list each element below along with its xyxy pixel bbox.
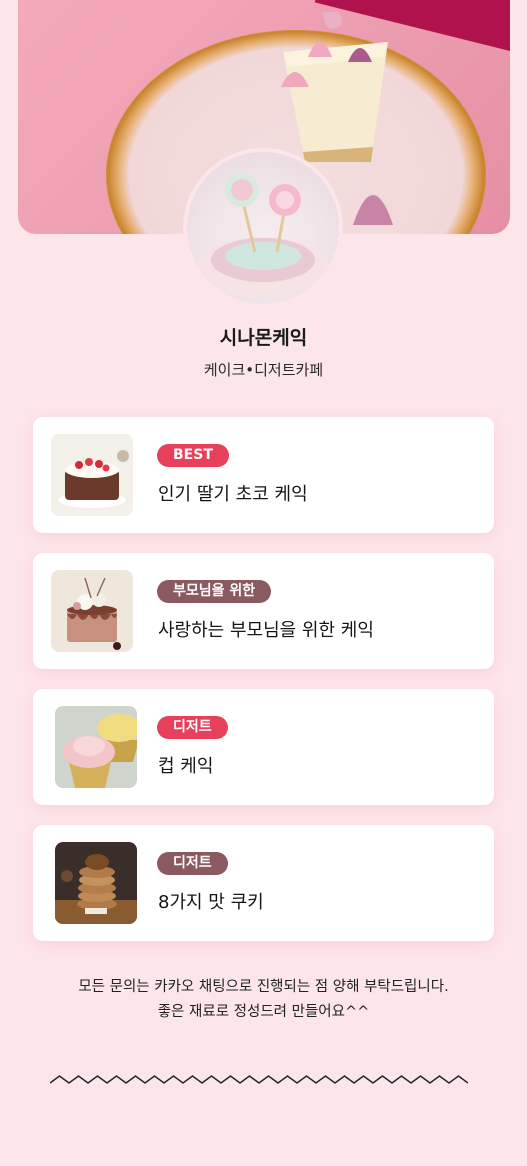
product-title: 사랑하는 부모님을 위한 케익: [158, 620, 374, 641]
cookie-stack-thumbnail: [55, 842, 137, 924]
flower-drip-cake-thumbnail: [51, 570, 133, 652]
cake-slice-image: [281, 12, 388, 162]
product-title: 인기 딸기 초코 케익: [158, 484, 308, 505]
notice-line: 모든 문의는 카카오 채팅으로 진행되는 점 양해 부탁드립니다.: [78, 979, 449, 995]
product-card-parents-cake[interactable]: 부모님을 위한 사랑하는 부모님을 위한 케익: [33, 553, 494, 669]
strawberry-chocolate-cake-thumbnail: [51, 434, 133, 516]
cupcake-thumbnail: [55, 706, 137, 788]
badge-for-parents: 부모님을 위한: [157, 580, 272, 603]
shop-name: 시나몬케익: [219, 327, 308, 349]
product-card-cupcake[interactable]: 디저트 컵 케익: [33, 689, 494, 805]
badge-best: BEST: [157, 444, 229, 467]
product-card-cookies[interactable]: 디저트 8가지 맛 쿠키: [33, 825, 494, 941]
meringue-image: [353, 195, 393, 225]
shop-profile-image: [187, 152, 339, 304]
cake-pops-image: [197, 173, 329, 297]
zigzag-divider: [50, 1075, 468, 1084]
badge-dessert: 디저트: [157, 852, 228, 875]
notice-text: 모든 문의는 카카오 채팅으로 진행되는 점 양해 부탁드립니다. 좋은 재료로…: [0, 975, 527, 1025]
product-card-strawberry-choco-cake[interactable]: BEST 인기 딸기 초코 케익: [33, 417, 494, 533]
notice-line: 좋은 재료로 정성드려 만들어요^^: [157, 1004, 370, 1020]
product-title: 컵 케익: [158, 756, 214, 777]
product-list: BEST 인기 딸기 초코 케익 부모님을 위한 사랑하는 부모님을 위한 케익: [33, 417, 494, 961]
badge-dessert: 디저트: [157, 716, 228, 739]
shop-category: 케이크•디저트카페: [203, 361, 324, 379]
product-title: 8가지 맛 쿠키: [158, 892, 264, 913]
